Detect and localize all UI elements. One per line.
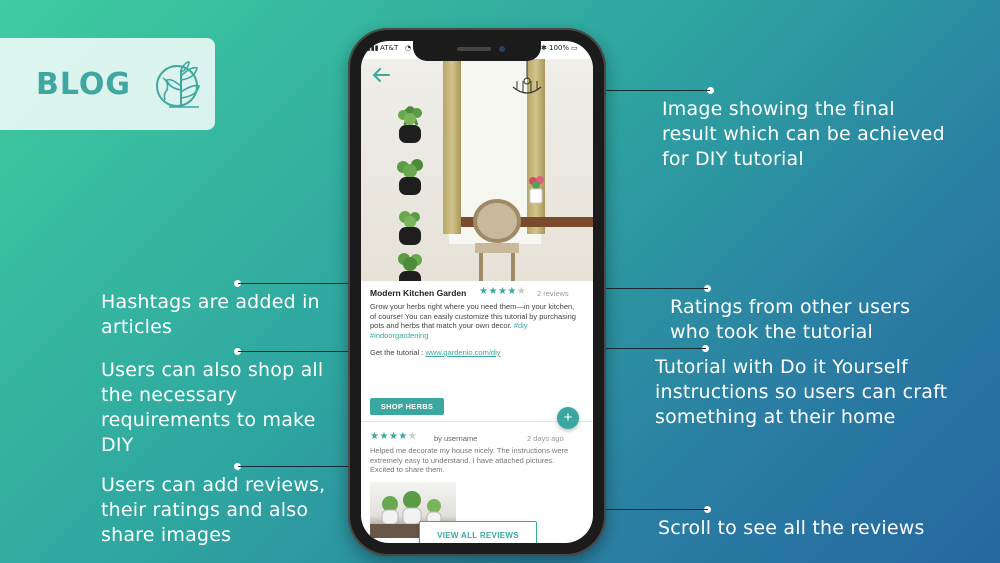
- front-camera: [499, 46, 505, 52]
- blog-badge: BLOG: [0, 38, 215, 130]
- flower-vase: [529, 176, 544, 204]
- article-rating-stars: ★★★★★: [479, 286, 526, 297]
- star-filled-icon: ★: [398, 431, 408, 442]
- phone-screen: ▮▮▮ AT&T ◔ ✱ 100% ▭ Modern Kitchen Garde…: [361, 41, 593, 543]
- review-author: by username: [434, 434, 478, 443]
- tutorial-callout-line: [594, 348, 706, 349]
- tutorial-annotation: Tutorial with Do it Yourself instruction…: [655, 356, 948, 428]
- dining-chair: [473, 199, 521, 281]
- review-count[interactable]: 2 reviews: [537, 289, 569, 298]
- star-filled-icon: ★: [507, 286, 517, 297]
- star-filled-icon: ★: [497, 286, 508, 297]
- shop-callout-line: [238, 351, 364, 352]
- scroll-callout-line: [594, 509, 708, 510]
- article-title: Modern Kitchen Garden: [370, 288, 467, 298]
- review-time: 2 days ago: [527, 434, 564, 443]
- wifi-icon: ◔: [405, 44, 412, 52]
- image-callout-line: [594, 90, 710, 91]
- article-description: Grow your herbs right where you need the…: [370, 302, 582, 340]
- ratings-annotation: Ratings from other users who took the tu…: [670, 296, 911, 343]
- phone-notch: [413, 41, 541, 61]
- tutorial-hero-image: [361, 59, 593, 281]
- scroll-annotation: Scroll to see all the reviews: [658, 517, 925, 539]
- wall-planter: [395, 205, 425, 252]
- battery-icon: ▭: [571, 44, 578, 52]
- star-filled-icon: ★: [388, 431, 399, 442]
- speaker-grille: [457, 47, 491, 51]
- image-annotation: Image showing the final result which can…: [662, 98, 945, 170]
- shop-annotation: Users can also shop all the necessary re…: [101, 359, 324, 456]
- ratings-callout-line: [594, 288, 708, 289]
- article-description-text: Grow your herbs right where you need the…: [370, 302, 576, 330]
- star-empty-icon: ★: [516, 286, 527, 297]
- back-arrow-icon[interactable]: [371, 67, 391, 83]
- star-filled-icon: ★: [379, 431, 389, 442]
- wall-planter: [395, 155, 425, 202]
- curtain-left: [443, 59, 461, 234]
- phone-mockup: ▮▮▮ AT&T ◔ ✱ 100% ▭ Modern Kitchen Garde…: [348, 28, 606, 556]
- globe-plant-icon: [156, 61, 200, 108]
- tutorial-link-label: Get the tutorial :: [370, 348, 424, 357]
- reviews-annotation: Users can add reviews, their ratings and…: [101, 474, 326, 546]
- battery-label: 100%: [549, 44, 570, 52]
- reviews-callout-line: [238, 466, 364, 467]
- hashtags-annotation: Hashtags are added in articles: [101, 291, 320, 338]
- signal-icon: ▮▮▮: [367, 44, 379, 52]
- view-all-reviews-button[interactable]: VIEW ALL REVIEWS: [419, 521, 537, 543]
- tutorial-link-row: Get the tutorial : www.gardenio.com/diy: [370, 348, 582, 358]
- carrier-label: AT&T: [380, 44, 399, 52]
- chandelier-icon: [512, 59, 542, 94]
- review-rating-stars: ★★★★★: [370, 431, 417, 442]
- shop-herbs-button[interactable]: SHOP HERBS: [370, 398, 444, 415]
- blog-title: BLOG: [36, 66, 132, 102]
- hashtags-callout-line: [238, 283, 364, 284]
- bluetooth-icon: ✱: [541, 44, 547, 52]
- review-text: Helped me decorate my house nicely. The …: [370, 446, 569, 474]
- star-filled-icon: ★: [488, 286, 498, 297]
- star-empty-icon: ★: [407, 431, 418, 442]
- wall-planter: [395, 103, 425, 150]
- wall-planter: [395, 249, 425, 281]
- tutorial-link[interactable]: www.gardenio.com/diy: [425, 348, 500, 357]
- add-review-button[interactable]: +: [557, 407, 579, 429]
